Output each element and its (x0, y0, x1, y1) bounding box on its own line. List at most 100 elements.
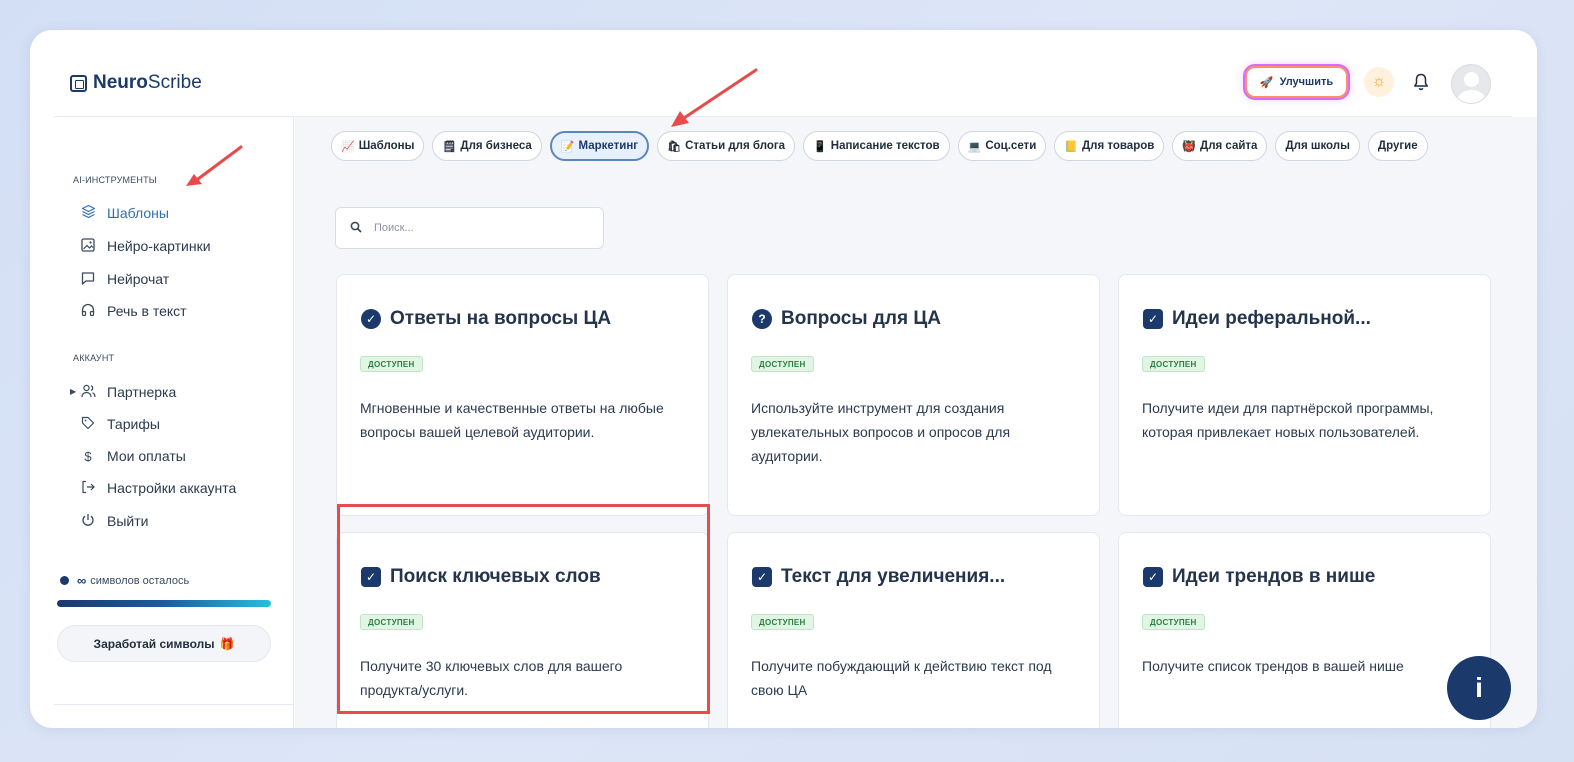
sidebar-item-payments[interactable]: $ Мои оплаты (80, 446, 186, 466)
chip-3[interactable]: 🛍 Статьи для блога (657, 131, 796, 161)
headphones-icon (80, 303, 96, 320)
logo[interactable]: Neuro Scribe (70, 72, 202, 94)
status-badge: доступен (360, 614, 423, 630)
upgrade-label: Улучшить (1279, 76, 1334, 88)
chip-label: Соц.сети (985, 140, 1037, 152)
app-window: Neuro Scribe 🚀 Улучшить ☼ AI-инструменты … (30, 30, 1537, 728)
card-title: Текст для увеличения... (781, 566, 1006, 587)
template-card[interactable]: ✓ Идеи трендов в нише доступен Получите спи… (1118, 532, 1491, 728)
template-card[interactable]: ✓ Поиск ключевых слов доступен Получите 30 … (336, 532, 709, 728)
image-icon (80, 237, 96, 255)
chip-icon: 📝 (560, 140, 575, 153)
chip-label: Для бизнеса (460, 140, 532, 152)
dollar-icon: $ (84, 448, 92, 464)
chip-9[interactable]: Другие (1367, 131, 1428, 161)
credits-text: символов осталось (90, 574, 190, 587)
status-badge: доступен (360, 356, 423, 372)
logo-bold-text: Neuro (93, 72, 148, 93)
chip-icon: 👹 (1182, 140, 1197, 153)
status-badge: доступен (1142, 614, 1205, 630)
sidebar-item-logout[interactable]: Выйти (80, 511, 148, 531)
checkbox-icon: ✓ (1143, 309, 1163, 329)
sidebar-item-speech-to-text[interactable]: Речь в текст (80, 301, 187, 321)
chip-5[interactable]: 💻 Соц.сети (957, 131, 1047, 161)
credits-remaining: ∞ символов осталось (60, 573, 189, 588)
chip-label: Для сайта (1200, 140, 1258, 152)
chip-icon: 🗒 (442, 140, 457, 153)
logo-icon (70, 74, 87, 92)
layers-icon (80, 204, 96, 222)
help-button[interactable]: i (1447, 656, 1511, 720)
sidebar-item-label: Нейрочат (107, 271, 170, 287)
checkbox-icon: ✓ (361, 567, 381, 587)
template-card[interactable]: ✓ Идеи реферальной... доступен Получите иде… (1118, 274, 1491, 516)
sidebar-item-label: Партнерка (107, 384, 177, 400)
card-title-row: ✓ Идеи трендов в нише (1143, 566, 1375, 588)
avatar[interactable] (1451, 64, 1491, 104)
sidebar: AI-инструменты Шаблоны Нейро-картинки Не… (54, 117, 294, 728)
credits-symbol: ∞ (77, 573, 87, 588)
theme-toggle-button[interactable]: ☼ (1364, 67, 1394, 97)
chip-1[interactable]: 🗒 Для бизнеса (432, 131, 542, 161)
section-title-tools: AI-инструменты (73, 175, 157, 185)
gift-icon: 🎁 (219, 636, 235, 651)
chip-icon: 📱 (813, 140, 827, 153)
earn-credits-button[interactable]: Заработай символы 🎁 (57, 625, 271, 662)
notifications-button[interactable] (1410, 70, 1432, 94)
chip-2[interactable]: 📝 Маркетинг (549, 131, 650, 161)
card-title-row: ✓ Ответы на вопросы ЦА (361, 308, 611, 330)
main-content: 📈 Шаблоны 🗒 Для бизнеса 📝 Маркетинг 🛍 Статьи дл… (295, 117, 1537, 728)
sidebar-divider (54, 704, 294, 705)
check-circle-icon: ✓ (361, 309, 381, 329)
chip-0[interactable]: 📈 Шаблоны (331, 131, 425, 161)
bell-icon (1414, 73, 1428, 91)
category-chips: 📈 Шаблоны 🗒 Для бизнеса 📝 Маркетинг 🛍 Статьи дл… (331, 131, 1428, 161)
card-description: Получите список трендов в вашей нише (1142, 658, 1404, 674)
expand-caret-icon[interactable]: ▶ (70, 387, 76, 396)
credits-progress-fill (57, 600, 271, 607)
search-input[interactable]: Поиск... (335, 207, 604, 249)
status-badge: доступен (751, 356, 814, 372)
card-title-row: ? Вопросы для ЦА (752, 308, 941, 330)
sidebar-item-tariffs[interactable]: Тарифы (80, 414, 160, 434)
earn-label: Заработай символы (93, 636, 215, 651)
chip-label: Написание текстов (830, 140, 940, 152)
sidebar-item-label: Мои оплаты (107, 448, 186, 464)
checkbox-icon: ✓ (1143, 567, 1163, 587)
chip-label: Другие (1377, 140, 1418, 152)
chip-label: Маркетинг (578, 140, 639, 152)
tag-icon (80, 416, 96, 433)
chip-8[interactable]: Для школы (1275, 131, 1360, 161)
status-badge: доступен (1142, 356, 1205, 372)
sidebar-item-label: Речь в текст (107, 303, 187, 319)
card-title: Вопросы для ЦА (781, 308, 941, 329)
chip-icon: 📈 (341, 140, 355, 153)
sidebar-item-label: Тарифы (107, 416, 160, 432)
upgrade-button[interactable]: 🚀 Улучшить (1245, 66, 1348, 98)
credits-progress-bar (57, 600, 271, 607)
power-icon (80, 513, 96, 530)
sidebar-item-label: Настройки аккаунта (107, 480, 237, 496)
search-icon (350, 221, 362, 236)
sidebar-item-neurochat[interactable]: Нейрочат (80, 269, 169, 289)
question-circle-icon: ? (752, 309, 772, 329)
sidebar-item-partners[interactable]: Партнерка (80, 382, 176, 402)
card-description: Мгновенные и качественные ответы на любы… (360, 400, 664, 440)
template-card[interactable]: ? Вопросы для ЦА доступен Используйте инстр… (727, 274, 1100, 516)
logout-arrow-icon (80, 480, 96, 497)
sidebar-item-templates[interactable]: Шаблоны (80, 203, 169, 223)
chip-label: Статьи для блога (685, 140, 786, 152)
chip-label: Для товаров (1081, 140, 1155, 152)
chip-label: Для школы (1285, 140, 1350, 152)
sidebar-item-neuro-images[interactable]: Нейро-картинки (80, 236, 211, 256)
chip-6[interactable]: 📒 Для товаров (1054, 131, 1165, 161)
sidebar-item-label: Выйти (107, 513, 149, 529)
chip-4[interactable]: 📱 Написание текстов (803, 131, 950, 161)
sidebar-item-label: Нейро-картинки (107, 238, 211, 254)
template-card[interactable]: ✓ Текст для увеличения... доступен Получите… (727, 532, 1100, 728)
card-title-row: ✓ Идеи реферальной... (1143, 308, 1371, 330)
chip-7[interactable]: 👹 Для сайта (1172, 131, 1268, 161)
sidebar-item-account-settings[interactable]: Настройки аккаунта (80, 478, 236, 498)
card-description: Получите идеи для партнёрской программы,… (1142, 400, 1434, 440)
template-card[interactable]: ✓ Ответы на вопросы ЦА доступен Мгновенные … (336, 274, 709, 516)
